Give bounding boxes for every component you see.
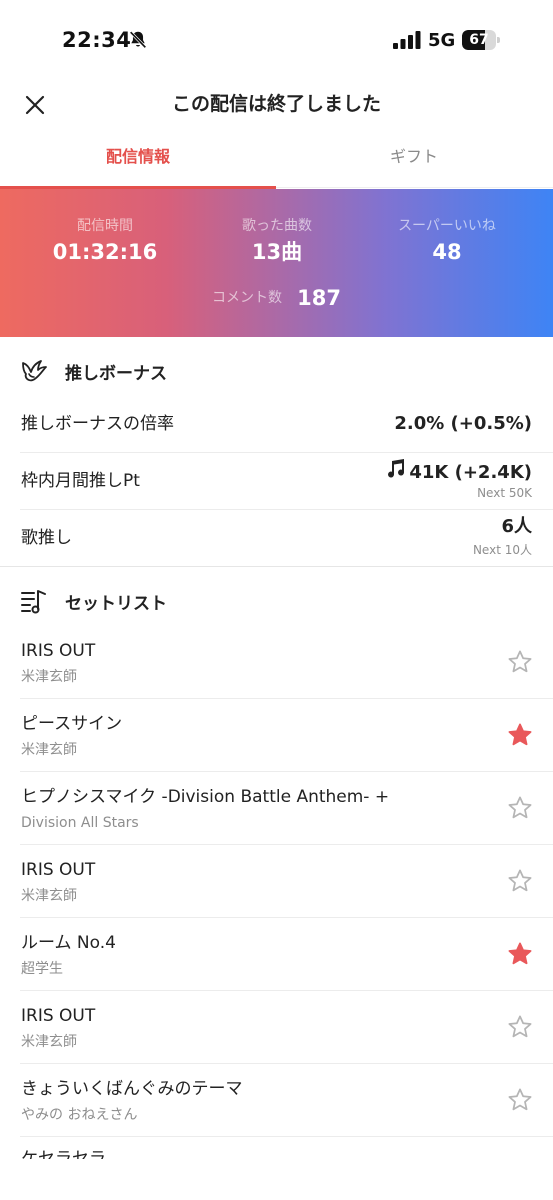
stat-super-likes: スーパーいいね 48 [355,217,539,265]
oshi-row-value: 6人 [501,516,532,537]
tab-gift[interactable]: ギフト [276,132,552,188]
song-title: IRIS OUT [21,860,96,880]
star-filled-icon[interactable] [507,722,533,748]
wing-icon [20,357,48,385]
status-bar: 22:34 5G 67 [0,0,553,80]
song-title: きょういくばんぐみのテーマ [21,1079,243,1099]
oshi-bonus-title: 推しボーナス [65,363,167,384]
oshi-row-song-oshi: 歌推し 6人 Next 10人 [0,510,553,567]
setlist-item[interactable]: ヒプノシスマイク -Division Battle Anthem- + Divis… [0,772,553,845]
page-title: この配信は終了しました [171,93,381,115]
setlist-item[interactable]: きょういくばんぐみのテーマやみの おねえさん [0,1064,553,1137]
music-note-icon [388,459,405,478]
stat-songs-label: 歌った曲数 [242,218,312,234]
oshi-row-label: 推しボーナスの倍率 [21,414,174,434]
music-list-icon [20,587,48,615]
song-artist: やみの おねえさん [21,1107,138,1123]
song-artist: 米津玄師 [21,669,77,685]
tab-bar: 配信情報 ギフト [0,132,553,189]
star-outline-icon[interactable] [507,649,533,675]
song-artist: 米津玄師 [21,1034,77,1050]
setlist-item[interactable]: IRIS OUT 米津玄師 [0,845,553,918]
star-outline-icon[interactable] [507,1087,533,1113]
setlist-item[interactable]: ルーム No.4 超学生 [0,918,553,991]
star-outline-icon[interactable] [507,1014,533,1040]
bell-muted-icon [129,31,147,49]
song-artist: Division All Stars [21,815,139,831]
song-title: ピースサイン [21,714,123,734]
song-title: IRIS OUT [21,1006,96,1026]
song-title: IRIS OUT [21,641,96,661]
oshi-row-sub: Next 10人 [472,543,532,557]
setlist-item[interactable]: IRIS OUT 米津玄師 [0,626,553,699]
stat-super-likes-label: スーパーいいね [398,218,496,234]
setlist-title: セットリスト [65,593,167,614]
stat-comments-value: 187 [297,286,341,310]
oshi-row-label: 歌推し [21,528,72,548]
tab-stream-info[interactable]: 配信情報 [0,132,276,189]
setlist-item[interactable]: ピースサイン米津玄師 [0,699,553,772]
stat-comments: コメント数 187 [0,285,553,311]
oshi-row-value: 41K (+2.4K) [385,458,532,485]
oshi-row-value: 2.0% (+0.5%) [394,413,532,434]
song-artist: 超学生 [21,961,63,977]
signal-icon [393,31,421,49]
star-filled-icon[interactable] [507,941,533,967]
oshi-row-label: 枠内月間推しPt [21,471,140,491]
stat-super-likes-value: 48 [432,240,462,264]
battery-icon: 67 [462,30,500,50]
stat-songs-value: 13曲 [251,240,303,264]
battery-percent: 67 [469,32,489,48]
setlist-item[interactable]: IRIS OUT 米津玄師 [0,991,553,1064]
stat-songs: 歌った曲数 13曲 [185,217,369,265]
section-divider [0,566,553,567]
star-outline-icon[interactable] [507,868,533,894]
setlist-header: セットリスト [0,571,553,631]
song-partial-title: ケセラセラ [21,1149,106,1159]
network-label: 5G [428,30,456,51]
stream-stats-banner: 配信時間 01:32:16 歌った曲数 13曲 スーパーいいね 48 コメント数… [0,189,553,337]
stat-duration-label: 配信時間 [77,218,133,234]
stat-comments-label: コメント数 [212,290,283,306]
oshi-row-monthly-pt: 枠内月間推しPt 41K (+2.4K) Next 50K [0,453,553,510]
stat-duration-value: 01:32:16 [52,240,158,264]
oshi-row-multiplier: 推しボーナスの倍率 2.0% (+0.5%) [0,396,553,453]
monthly-pt-value: 41K (+2.4K) [409,462,532,483]
star-outline-icon[interactable] [507,795,533,821]
song-artist: 米津玄師 [21,742,77,758]
oshi-bonus-header: 推しボーナス [0,341,553,401]
oshi-row-sub: Next 50K [477,486,532,500]
song-title: ルーム No.4 [21,933,116,953]
stat-duration: 配信時間 01:32:16 [13,217,197,265]
song-artist: 米津玄師 [21,888,77,904]
status-time: 22:34 [62,28,132,52]
song-title: ヒプノシスマイク -Division Battle Anthem- + [21,787,390,807]
